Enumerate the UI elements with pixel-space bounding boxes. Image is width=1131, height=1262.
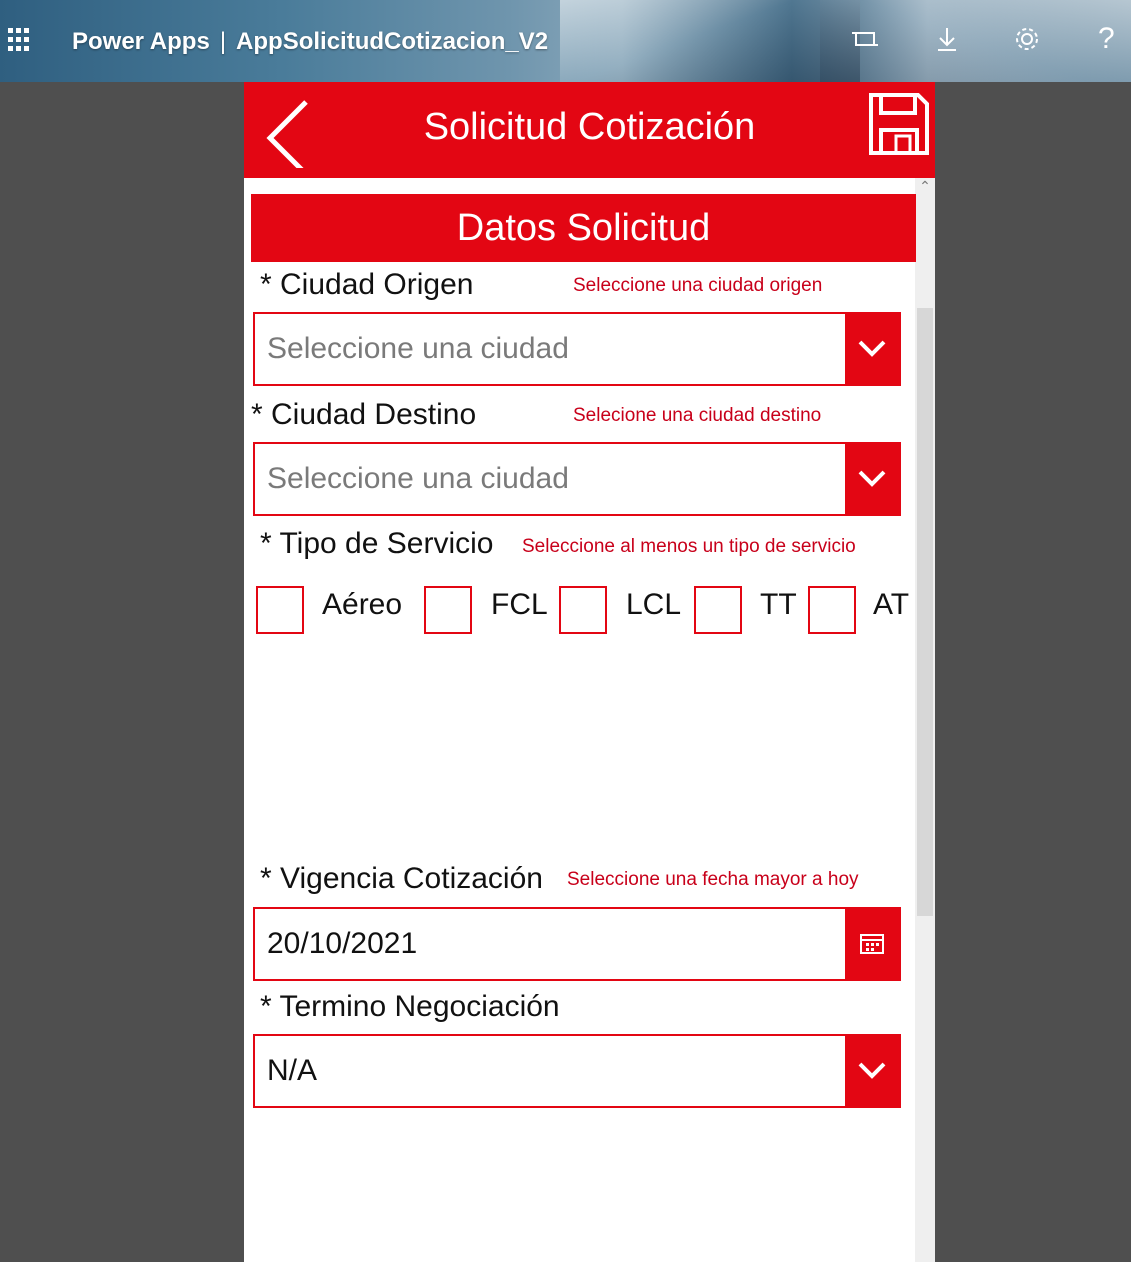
checkbox-label-aereo: Aéreo [322, 588, 403, 621]
form-scroll-area[interactable]: ⌃ Datos Solicitud * Ciudad Origen Selecc… [244, 178, 935, 1262]
save-icon[interactable] [868, 92, 930, 156]
origin-error: Seleccione una ciudad origen [573, 275, 823, 296]
section-title: Datos Solicitud [251, 194, 916, 262]
negotiation-value: N/A [267, 1054, 318, 1087]
checkbox-lcl[interactable] [559, 586, 607, 634]
service-error: Seleccione al menos un tipo de servicio [522, 536, 856, 557]
app-title: Power Apps | AppSolicitudCotizacion_V2 [72, 28, 548, 56]
banner-image [560, 0, 860, 82]
chevron-down-icon[interactable] [845, 444, 899, 514]
checkbox-at[interactable] [808, 586, 856, 634]
chevron-down-icon[interactable] [845, 314, 899, 384]
checkbox-fcl[interactable] [424, 586, 472, 634]
checkbox-aereo[interactable] [256, 586, 304, 634]
origin-dropdown[interactable]: Seleccione una ciudad [253, 312, 901, 386]
app-name: AppSolicitudCotizacion_V2 [236, 28, 549, 55]
negotiation-label: * Termino Negociación [260, 990, 560, 1023]
app-launcher-icon[interactable] [8, 28, 32, 52]
brand-name[interactable]: Power Apps [72, 28, 210, 55]
title-separator: | [219, 28, 227, 55]
checkbox-label-at: AT [873, 588, 910, 621]
scrollbar-thumb[interactable] [917, 308, 933, 916]
checkbox-tt[interactable] [694, 586, 742, 634]
validity-date-picker[interactable]: 20/10/2021 [253, 907, 901, 981]
destination-label: * Ciudad Destino [251, 398, 477, 431]
checkbox-label-lcl: LCL [626, 588, 682, 621]
gear-icon[interactable] [1012, 24, 1042, 61]
checkbox-label-tt: TT [760, 588, 797, 621]
top-bar: Power Apps | AppSolicitudCotizacion_V2 ? [0, 0, 1131, 82]
checkbox-label-fcl: FCL [491, 588, 548, 621]
calendar-icon[interactable] [845, 909, 899, 979]
origin-label: * Ciudad Origen [260, 268, 474, 301]
app-header: Solicitud Cotización [244, 82, 935, 178]
scroll-up-icon[interactable]: ⌃ [918, 178, 932, 194]
help-icon[interactable]: ? [1098, 22, 1115, 56]
destination-dropdown[interactable]: Seleccione una ciudad [253, 442, 901, 516]
service-label: * Tipo de Servicio [260, 527, 494, 560]
validity-label: * Vigencia Cotización [260, 862, 543, 895]
page-title: Solicitud Cotización [423, 106, 756, 148]
destination-placeholder: Seleccione una ciudad [267, 462, 569, 495]
negotiation-dropdown[interactable]: N/A [253, 1034, 901, 1108]
fullscreen-icon[interactable] [850, 24, 880, 61]
destination-error: Selecione una ciudad destino [573, 405, 822, 426]
download-icon[interactable] [932, 24, 962, 61]
origin-placeholder: Seleccione una ciudad [267, 332, 569, 365]
chevron-down-icon[interactable] [845, 1036, 899, 1106]
app-screen: Solicitud Cotización ⌃ Datos Solicitud *… [244, 82, 935, 1262]
validity-error: Seleccione una fecha mayor a hoy [567, 869, 859, 890]
validity-date-value: 20/10/2021 [267, 927, 418, 960]
